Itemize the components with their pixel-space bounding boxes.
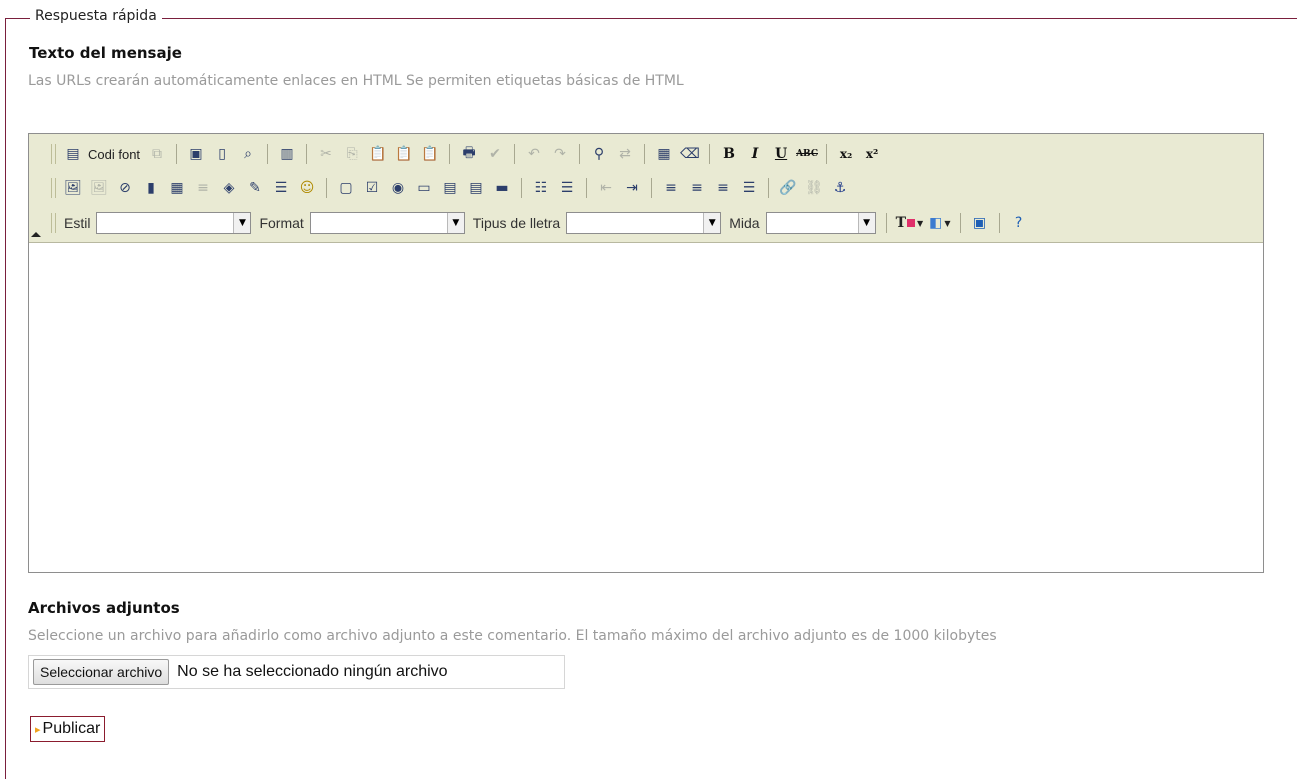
collapse-toolbar-icon[interactable] <box>31 232 41 237</box>
save-icon[interactable]: ▣ <box>185 143 207 165</box>
copy-format-icon[interactable]: ⧉ <box>146 143 168 165</box>
format-label: Format <box>259 215 304 231</box>
publish-button[interactable]: ▸ Publicar <box>30 716 106 742</box>
spellcheck-icon[interactable]: ✔ <box>484 143 506 165</box>
cut-icon[interactable]: ✂ <box>315 143 337 165</box>
textarea-icon[interactable]: ▤ <box>439 177 461 199</box>
select-field-icon[interactable]: ▤ <box>465 177 487 199</box>
text-color-icon: T <box>895 215 906 231</box>
remove-format-icon[interactable]: ⌫ <box>679 143 701 165</box>
paste-word-icon[interactable]: 📋 <box>419 143 441 165</box>
font-label: Tipus de lletra <box>472 215 561 231</box>
size-select[interactable]: ▼ <box>765 212 876 234</box>
smiley-icon[interactable]: ☺ <box>296 177 318 199</box>
undo-icon[interactable]: ↶ <box>523 143 545 165</box>
button-field-icon[interactable]: ▬ <box>491 177 513 199</box>
outdent-icon[interactable]: ⇤ <box>595 177 617 199</box>
font-select[interactable]: ▼ <box>566 212 722 234</box>
bullet-list-icon[interactable]: ☰ <box>556 177 578 199</box>
media-icon[interactable]: ▮ <box>140 177 162 199</box>
superscript-icon[interactable]: x² <box>861 143 883 165</box>
align-left-icon[interactable]: ≡ <box>660 177 682 199</box>
text-color-button[interactable]: T ▼ <box>896 215 924 231</box>
toolbar-grip <box>51 144 56 164</box>
preview-icon[interactable]: ⌕ <box>237 143 259 165</box>
background-color-button[interactable]: ◧ ▼ <box>929 215 950 231</box>
rich-text-editor: ▤ Codi font ⧉ ▣ ▯ ⌕ ▥ ✂ ⎘ 📋 📋 📋 🖶 ✔ ↶ ↷ … <box>28 133 1264 573</box>
fieldset-legend: Respuesta rápida <box>30 8 162 24</box>
chevron-down-icon[interactable]: ▼ <box>233 213 251 233</box>
attachments-label: Archivos adjuntos <box>28 599 180 617</box>
toolbar-row-3: Estil ▼ Format ▼ Tipus de lletra ▼ Mida … <box>49 209 1032 237</box>
style-select[interactable]: ▼ <box>96 212 252 234</box>
strikethrough-icon[interactable]: ABC <box>796 143 818 165</box>
format-select[interactable]: ▼ <box>309 212 465 234</box>
copy-icon[interactable]: ⎘ <box>341 143 363 165</box>
find-icon[interactable]: ⚲ <box>588 143 610 165</box>
subscript-icon[interactable]: x₂ <box>835 143 857 165</box>
unlink-icon[interactable]: ⛓ <box>803 177 825 199</box>
select-all-icon[interactable]: ▦ <box>653 143 675 165</box>
checkbox-icon[interactable]: ☑ <box>361 177 383 199</box>
chevron-down-icon[interactable]: ▼ <box>703 213 721 233</box>
background-color-icon: ◧ <box>929 215 943 231</box>
toolbar-row-2: 🖼 🖼 ⊘ ▮ ▦ ≡ ◈ ✎ ☰ ☺ ▢ ☑ ◉ ▭ ▤ ▤ ▬ ☷ ☰ ⇤ … <box>49 174 853 202</box>
toolbar-row-1: ▤ Codi font ⧉ ▣ ▯ ⌕ ▥ ✂ ⎘ 📋 📋 📋 🖶 ✔ ↶ ↷ … <box>49 140 885 168</box>
textfield-icon[interactable]: ▭ <box>413 177 435 199</box>
replace-icon[interactable]: ⇄ <box>614 143 636 165</box>
publish-label: Publicar <box>42 720 101 737</box>
file-status-text: No se ha seleccionado ningún archivo <box>177 663 448 680</box>
source-button-label[interactable]: Codi font <box>88 147 140 162</box>
image-alt-icon[interactable]: 🖼 <box>88 177 110 199</box>
indent-icon[interactable]: ⇥ <box>621 177 643 199</box>
choose-file-button[interactable]: Seleccionar archivo <box>33 659 170 685</box>
editor-content-area[interactable] <box>29 244 1263 572</box>
arrow-right-icon: ▸ <box>35 723 41 736</box>
table-icon[interactable]: ▦ <box>166 177 188 199</box>
message-label: Texto del mensaje <box>29 44 182 62</box>
style-label: Estil <box>64 215 91 231</box>
redo-icon[interactable]: ↷ <box>549 143 571 165</box>
message-hint: Las URLs crearán automáticamente enlaces… <box>28 73 684 89</box>
align-right-icon[interactable]: ≡ <box>712 177 734 199</box>
pagebreak-icon[interactable]: ☰ <box>270 177 292 199</box>
numbered-list-icon[interactable]: ☷ <box>530 177 552 199</box>
form-icon[interactable]: ▢ <box>335 177 357 199</box>
templates-icon[interactable]: ▥ <box>276 143 298 165</box>
print-icon[interactable]: 🖶 <box>458 143 480 165</box>
link-icon[interactable]: 🔗 <box>777 177 799 199</box>
special-char-icon[interactable]: ✎ <box>244 177 266 199</box>
paste-icon[interactable]: 📋 <box>367 143 389 165</box>
horizontal-rule-icon[interactable]: ≡ <box>192 177 214 199</box>
italic-icon[interactable]: I <box>744 143 766 165</box>
smiley-object-icon[interactable]: ◈ <box>218 177 240 199</box>
source-icon[interactable]: ▤ <box>62 143 84 165</box>
image-icon[interactable]: 🖼 <box>62 177 84 199</box>
size-label: Mida <box>729 215 760 231</box>
radio-icon[interactable]: ◉ <box>387 177 409 199</box>
new-page-icon[interactable]: ▯ <box>211 143 233 165</box>
attachments-hint: Seleccione un archivo para añadirlo como… <box>28 628 997 644</box>
bold-icon[interactable]: B <box>718 143 740 165</box>
file-input[interactable]: Seleccionar archivo No se ha seleccionad… <box>28 655 565 689</box>
chevron-down-icon[interactable]: ▼ <box>857 213 875 233</box>
flash-icon[interactable]: ⊘ <box>114 177 136 199</box>
underline-icon[interactable]: U <box>770 143 792 165</box>
align-center-icon[interactable]: ≡ <box>686 177 708 199</box>
paste-text-icon[interactable]: 📋 <box>393 143 415 165</box>
help-icon[interactable]: ? <box>1008 212 1030 234</box>
align-justify-icon[interactable]: ☰ <box>738 177 760 199</box>
anchor-icon[interactable]: ⚓ <box>829 177 851 199</box>
editor-toolbar: ▤ Codi font ⧉ ▣ ▯ ⌕ ▥ ✂ ⎘ 📋 📋 📋 🖶 ✔ ↶ ↷ … <box>29 134 1263 243</box>
chevron-down-icon[interactable]: ▼ <box>446 213 464 233</box>
maximize-icon[interactable]: ▣ <box>969 212 991 234</box>
